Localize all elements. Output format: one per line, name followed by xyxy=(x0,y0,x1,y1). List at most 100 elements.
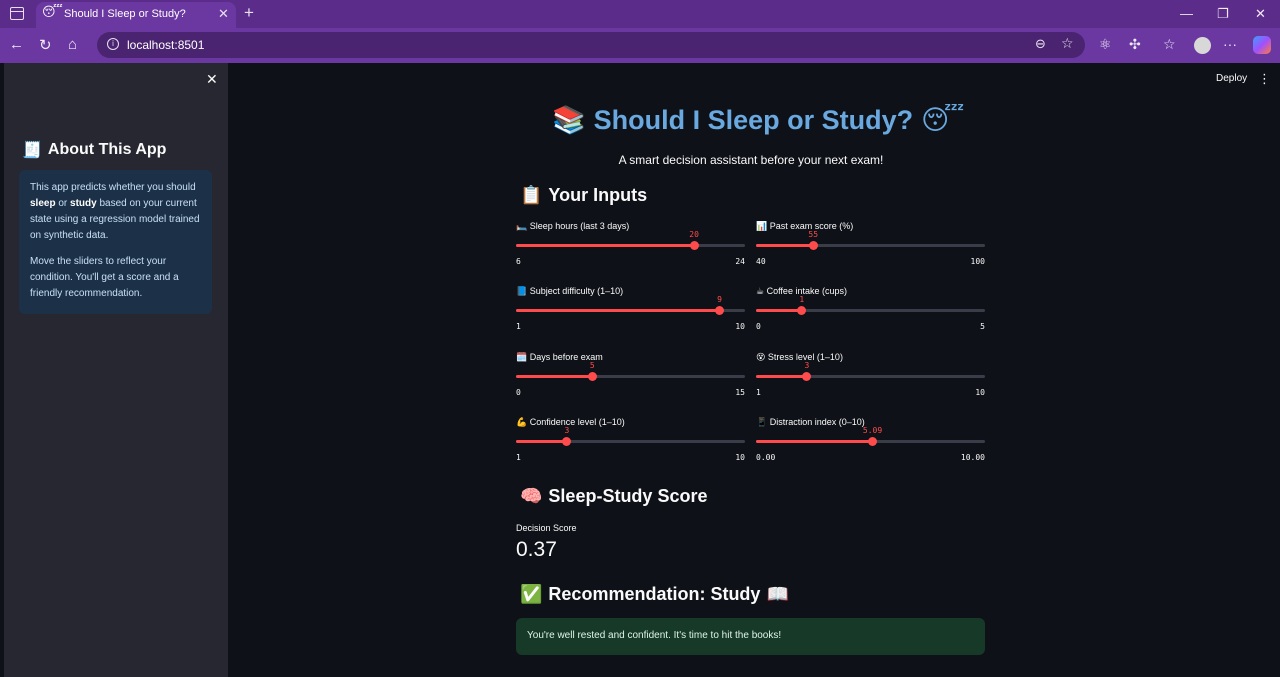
slider-thumb[interactable] xyxy=(868,437,878,446)
favorite-star-icon[interactable]: ☆ xyxy=(1061,35,1074,52)
slider-track[interactable] xyxy=(516,375,745,378)
sidebar-title: 🧾 About This App xyxy=(22,140,166,159)
slider-label-text: Sleep hours (last 3 days) xyxy=(529,221,630,231)
slider-label-text: Coffee intake (cups) xyxy=(766,286,847,296)
slider-value: 3 xyxy=(564,426,570,435)
slider-label-icon: 🗓️ xyxy=(516,353,528,363)
slider-3[interactable]: ☕ Coffee intake (cups) 1 0 5 xyxy=(756,286,985,336)
slider-thumb[interactable] xyxy=(587,372,597,381)
site-info-icon[interactable]: i xyxy=(107,38,119,50)
copilot-icon[interactable] xyxy=(1253,36,1271,54)
window-close-icon[interactable]: ✕ xyxy=(1255,6,1266,22)
slider-fill xyxy=(756,375,807,378)
slider-label-icon: 😵 xyxy=(756,353,766,363)
favorites-icon[interactable]: ☆ xyxy=(1163,36,1176,53)
sleeping-face-icon: 😴 xyxy=(921,104,965,136)
slider-value: 1 xyxy=(799,295,805,304)
slider-label-icon: ☕ xyxy=(756,287,765,297)
slider-min: 1 xyxy=(756,388,761,397)
slider-min: 1 xyxy=(516,453,521,462)
slider-track[interactable] xyxy=(756,375,985,378)
inputs-header: 📋 Your Inputs xyxy=(520,185,647,206)
score-header-text: Sleep-Study Score xyxy=(548,486,708,506)
sidebar-info-box: This app predicts whether you should sle… xyxy=(19,170,212,314)
slider-min: 0.00 xyxy=(756,453,776,462)
page-title-text: Should I Sleep or Study? xyxy=(593,104,914,135)
tab-title: Should I Sleep or Study? xyxy=(64,8,186,20)
react-devtools-icon[interactable]: ⚛ xyxy=(1099,36,1112,53)
slider-thumb[interactable] xyxy=(689,241,699,250)
address-bar[interactable]: i localhost:8501 ⊖ ☆ xyxy=(97,32,1085,58)
main-menu-icon[interactable]: ⋮ xyxy=(1258,71,1271,87)
slider-1[interactable]: 📊 Past exam score (%) 55 40 100 xyxy=(756,221,985,271)
deploy-button[interactable]: Deploy xyxy=(1216,73,1247,84)
slider-value: 55 xyxy=(808,230,819,239)
slider-track[interactable] xyxy=(516,440,745,443)
recommendation-header-text: Recommendation: Study xyxy=(548,584,761,604)
extensions-icon[interactable]: ✣ xyxy=(1129,36,1141,53)
slider-value: 9 xyxy=(717,295,722,304)
brain-icon: 🧠 xyxy=(520,486,543,507)
slider-track[interactable] xyxy=(516,244,745,247)
slider-thumb[interactable] xyxy=(797,306,807,315)
slider-0[interactable]: 🛏️ Sleep hours (last 3 days) 20 6 24 xyxy=(516,221,745,271)
slider-fill xyxy=(756,440,873,443)
slider-2[interactable]: 📘 Subject difficulty (1–10) 9 1 10 xyxy=(516,286,745,336)
slider-label: 📱 Distraction index (0–10) xyxy=(756,417,865,428)
slider-label: 💪 Confidence level (1–10) xyxy=(516,417,625,428)
slider-label-icon: 📊 xyxy=(756,222,768,232)
tab-actions-icon[interactable] xyxy=(10,7,24,20)
slider-6[interactable]: 💪 Confidence level (1–10) 3 1 10 xyxy=(516,417,745,467)
slider-track[interactable] xyxy=(756,309,985,312)
slider-5[interactable]: 😵 Stress level (1–10) 3 1 10 xyxy=(756,352,985,402)
score-header: 🧠 Sleep-Study Score xyxy=(520,486,707,507)
app-container: ✕ 🧾 About This App This app predicts whe… xyxy=(4,63,1280,677)
slider-min: 6 xyxy=(516,257,521,266)
slider-value: 5 xyxy=(589,361,595,370)
slider-label-text: Distraction index (0–10) xyxy=(769,417,865,427)
clipboard-icon: 📋 xyxy=(520,185,543,206)
slider-thumb[interactable] xyxy=(802,372,812,381)
slider-max: 100 xyxy=(970,257,985,266)
slider-track[interactable] xyxy=(516,309,745,312)
slider-max: 10 xyxy=(735,453,745,462)
slider-label-icon: 📱 xyxy=(756,418,768,428)
slider-4[interactable]: 🗓️ Days before exam 5 0 15 xyxy=(516,352,745,402)
more-options-icon[interactable]: ··· xyxy=(1223,36,1237,52)
new-tab-icon[interactable]: + xyxy=(244,3,254,23)
slider-min: 0 xyxy=(756,322,761,331)
maximize-icon[interactable]: ❐ xyxy=(1217,6,1229,22)
inputs-header-text: Your Inputs xyxy=(548,185,648,205)
slider-value: 5.09 xyxy=(862,426,883,435)
slider-fill xyxy=(756,309,802,312)
sidebar-close-icon[interactable]: ✕ xyxy=(206,71,218,88)
slider-fill xyxy=(516,375,593,378)
slider-label-icon: 📘 xyxy=(516,287,528,297)
reload-icon[interactable]: ↻ xyxy=(39,36,52,54)
slider-value: 20 xyxy=(689,230,699,239)
slider-max: 10 xyxy=(975,388,985,397)
slider-thumb[interactable] xyxy=(808,241,818,250)
slider-7[interactable]: 📱 Distraction index (0–10) 5.09 0.00 10.00 xyxy=(756,417,985,467)
slider-label: 📘 Subject difficulty (1–10) xyxy=(516,286,623,297)
page-subtitle: A smart decision assistant before your n… xyxy=(618,153,884,167)
tab-favicon-icon: 😴 xyxy=(42,5,63,20)
minimize-icon[interactable]: — xyxy=(1180,6,1193,21)
slider-thumb[interactable] xyxy=(715,306,725,315)
home-icon[interactable]: ⌂ xyxy=(68,36,77,53)
slider-value: 3 xyxy=(804,361,810,370)
slider-min: 1 xyxy=(516,322,521,331)
sidebar-info-paragraph-2: Move the sliders to reflect your conditi… xyxy=(30,256,179,299)
browser-tab[interactable]: 😴 Should I Sleep or Study? ✕ xyxy=(36,2,236,28)
sidebar-title-text: About This App xyxy=(47,140,167,158)
slider-max: 24 xyxy=(735,257,745,266)
profile-avatar[interactable] xyxy=(1194,37,1211,54)
slider-thumb[interactable] xyxy=(562,437,572,446)
back-icon[interactable]: ← xyxy=(9,36,24,53)
slider-label: 📊 Past exam score (%) xyxy=(756,221,853,232)
slider-track[interactable] xyxy=(756,244,985,247)
slider-label-text: Confidence level (1–10) xyxy=(529,417,625,427)
slider-min: 40 xyxy=(756,257,766,266)
tab-close-icon[interactable]: ✕ xyxy=(218,6,229,22)
zoom-icon[interactable]: ⊖ xyxy=(1035,36,1046,52)
